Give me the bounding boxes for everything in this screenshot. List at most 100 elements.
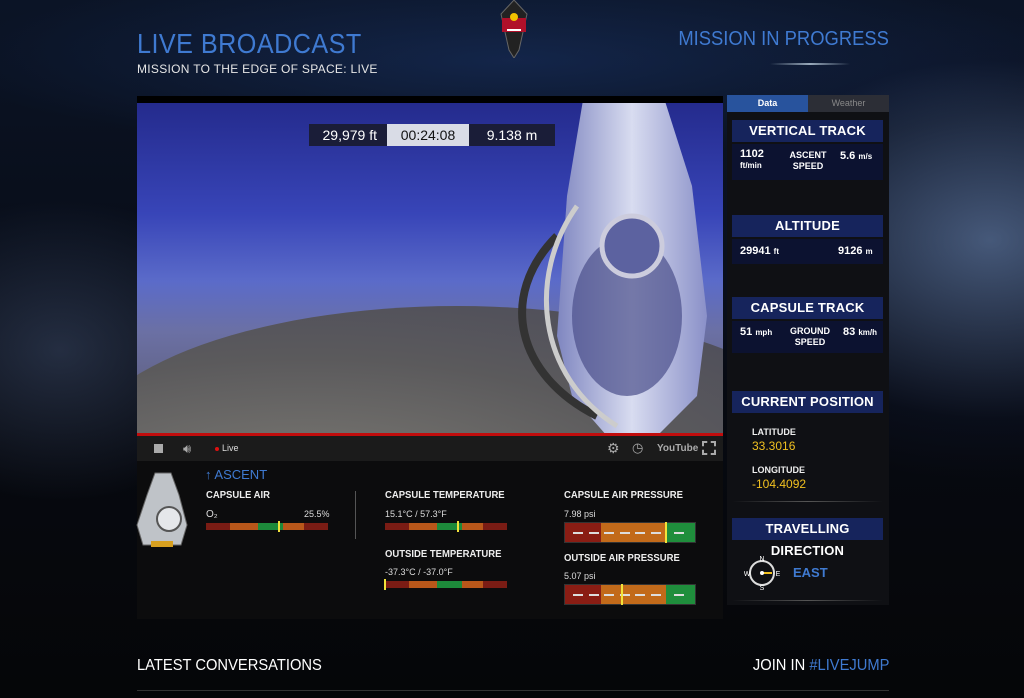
altitude-title: ALTITUDE [732,215,883,237]
capsule-temperature-gauge [385,521,507,532]
capsule-air-label: CAPSULE AIR [206,490,271,501]
altitude-m: 9126 [838,245,863,257]
ground-speed-kmh-unit: km/h [858,328,877,337]
capsule-track-title: CAPSULE TRACK [732,297,883,319]
altitude-ft-unit: ft [773,247,779,256]
mission-status: MISSION IN PROGRESS [678,28,889,50]
gauge-segment [230,523,259,530]
red-bull-stratos-logo[interactable] [497,0,531,58]
join-prefix: JOIN IN [752,657,809,674]
gauge-tick [588,532,599,534]
capsule-air-pressure-gauge [564,522,696,543]
compass-s: S [760,585,765,591]
gauge-segment [282,523,304,530]
gauge-tick [588,594,599,596]
mission-underline [770,63,850,65]
outside-temperature-label: OUTSIDE TEMPERATURE [385,549,502,560]
gauge-segment [482,581,507,588]
outside-air-pressure-value: 5.07 psi [564,571,596,581]
data-panel: Data Weather VERTICAL TRACK 1102 ft/min … [727,95,889,605]
gauge-segment [461,523,483,530]
page-title: LIVE BROADCAST [137,28,362,59]
gauge-tick [651,532,661,534]
altitude-ft: 29941 [740,245,771,257]
gauge-segment [409,523,438,530]
ascent-speed-ms-unit: m/s [858,152,873,161]
gauge-tick [573,594,583,596]
gauge-tick [635,594,646,596]
gauge-tick [573,532,583,534]
arrow-up-icon: ↑ [205,467,212,482]
gauge-segment [303,523,328,530]
livejump-hashtag[interactable]: #LIVEJUMP [809,657,889,674]
capsule-icon [136,472,188,547]
latitude-value: 33.3016 [752,439,796,453]
latitude-label: LATITUDE [752,427,796,437]
column-divider [355,491,356,539]
page-subtitle: MISSION TO THE EDGE OF SPACE: LIVE [137,62,378,76]
ground-speed-kmh: 83 [843,326,856,338]
telemetry-panel: ↑ ASCENT CAPSULE AIR O₂ 25.5% CAPSULE TE… [136,461,723,619]
live-video-player[interactable]: 29,979 ft 00:24:08 9.138 m [137,96,723,433]
tab-weather[interactable]: Weather [808,95,889,112]
ground-speed-mph: 51 [740,326,753,338]
compass-e: E [776,571,780,578]
panel-tabs: Data Weather [727,95,889,112]
watch-later-clock-icon[interactable]: ◷ [632,440,643,456]
overlay-altitude-m: 9.138 m [469,124,555,146]
ground-speed-mph-unit: mph [755,328,773,337]
capsule-track-body: 51 mph GROUND SPEED 83 km/h [732,321,883,353]
gauge-tick [674,594,685,596]
gauge-marker [621,584,624,605]
compass-w: W [744,571,751,578]
outside-air-pressure-label: OUTSIDE AIR PRESSURE [564,553,680,564]
vertical-track-title: VERTICAL TRACK [732,120,883,142]
gauge-marker [384,579,386,590]
gauge-segment [206,523,231,530]
gauge-tick [604,532,615,534]
gauge-marker [278,521,281,532]
ascent-speed-ms: 5.6 [840,150,856,162]
stop-icon[interactable] [154,444,163,453]
video-controls: 🔊︎ Live ⚙ ◷ YouTube [137,433,723,461]
capsule-exterior-view [518,96,707,433]
ground-label-line2: SPEED [794,337,826,347]
compass-icon: N S E W [744,556,780,591]
latest-conversations-heading: LATEST CONVERSATIONS [137,657,322,674]
altitude-m-unit: m [865,247,873,256]
volume-icon[interactable]: 🔊︎ [183,441,191,457]
gauge-segment [437,581,462,588]
live-indicator: Live [215,443,239,453]
o2-gauge [206,521,328,532]
capsule-air-pressure-value: 7.98 psi [564,509,596,519]
overlay-elapsed-time: 00:24:08 [387,124,469,146]
travelling-direction-title: TRAVELLING DIRECTION [732,518,883,558]
capsule-air-pressure-label: CAPSULE AIR PRESSURE [564,490,683,501]
capsule-temperature-value: 15.1°C / 57.3°F [385,509,447,519]
ascent-label: ASCENT [214,467,268,482]
gauge-segment [461,581,483,588]
gauge-tick [674,532,685,534]
join-livejump[interactable]: JOIN IN #LIVEJUMP [752,657,889,675]
fullscreen-icon[interactable] [702,441,716,455]
altitude-body: 29941 ft 9126 m [732,239,883,264]
youtube-logo[interactable]: YouTube [657,443,698,454]
footer-rule [137,690,889,691]
gauge-tick [604,594,615,596]
o2-label: O₂ [206,509,218,520]
settings-gear-icon[interactable]: ⚙ [607,440,620,457]
gauge-marker [457,521,460,532]
ascent-label-line1: ASCENT [789,150,827,160]
ascent-speed-ft-unit: ft/min [740,161,762,170]
gauge-segment [409,581,438,588]
direction-value: EAST [793,565,828,580]
gauge-segment [385,523,410,530]
outside-air-pressure-gauge [564,584,696,605]
longitude-value: -104.4092 [752,477,807,491]
tab-data[interactable]: Data [727,95,808,112]
gauge-segment [385,581,410,588]
compass-n: N [759,556,764,563]
outside-temperature-value: -37.3°C / -37.0°F [385,567,453,577]
overlay-altitude-ft: 29,979 ft [309,124,387,146]
gauge-marker [665,522,668,543]
